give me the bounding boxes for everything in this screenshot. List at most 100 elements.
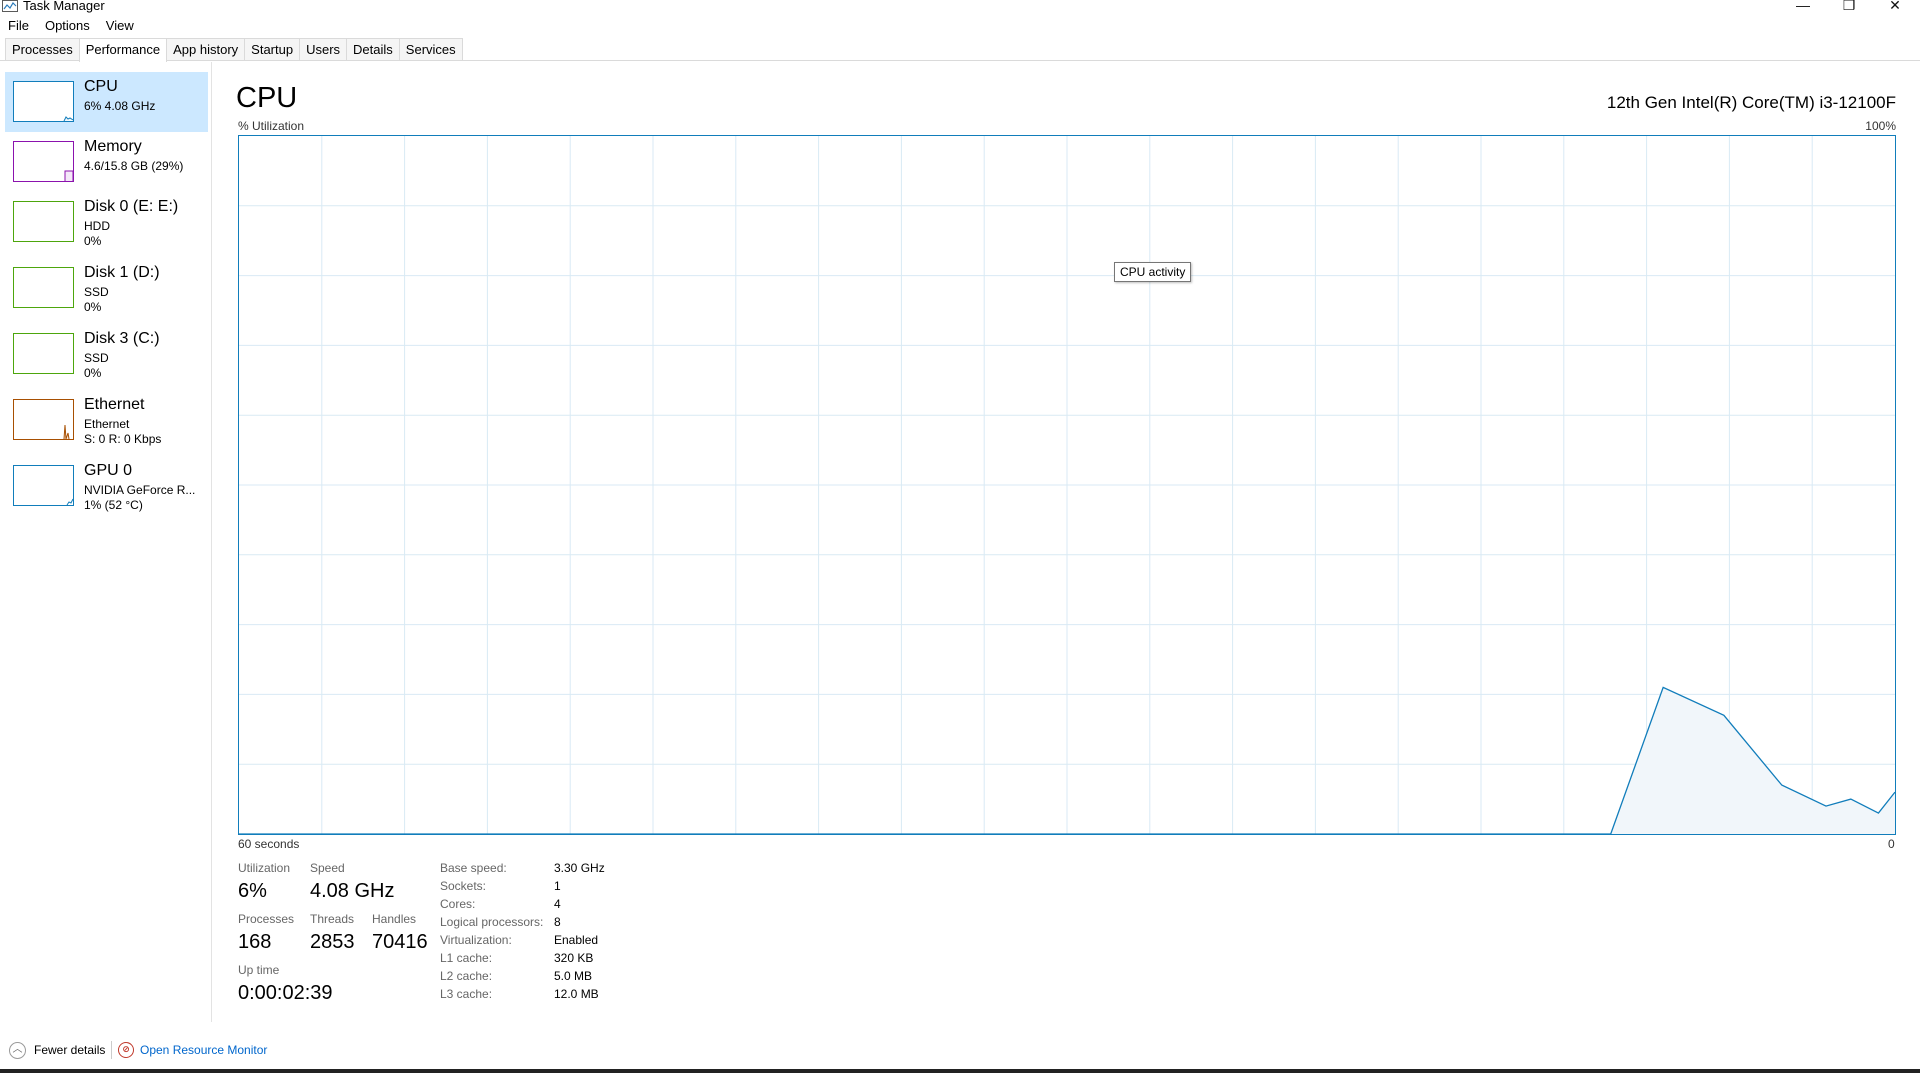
sidebar-item-name: Disk 3 (C:)	[84, 330, 160, 347]
utilization-label: Utilization	[238, 861, 291, 875]
utilization-value: 6%	[238, 880, 267, 902]
memory-thumbnail-graph	[13, 141, 74, 182]
sidebar-item-name: GPU 0	[84, 462, 133, 479]
tab-processes[interactable]: Processes	[5, 38, 80, 60]
sidebar-item-name: Ethernet	[84, 396, 145, 413]
spec-l3-cache-label: L3 cache:	[440, 987, 493, 1001]
minimize-icon: —	[1796, 0, 1810, 13]
sidebar-item-detail: SSD	[84, 351, 109, 365]
sidebar-item-detail: 6% 4.08 GHz	[84, 99, 156, 113]
task-manager-window: Task Manager — ❐ ✕ File Options View Pro…	[0, 0, 1920, 1073]
sidebar-item-disk-1[interactable]: Disk 1 (D:) SSD 0%	[5, 258, 208, 318]
cpu-activity-tooltip: CPU activity	[1114, 262, 1192, 282]
cpu-chart-svg	[239, 136, 1895, 834]
sidebar-item-detail: S: 0 R: 0 Kbps	[84, 432, 162, 446]
spec-l2-cache-label: L2 cache:	[440, 969, 493, 983]
resource-monitor-icon[interactable]: ⊘	[118, 1042, 134, 1058]
spec-virtualization-value: Enabled	[554, 933, 599, 947]
restore-icon: ❐	[1842, 0, 1856, 13]
threads-label: Threads	[310, 912, 355, 926]
processes-value: 168	[238, 931, 272, 953]
tab-app-history[interactable]: App history	[166, 38, 246, 60]
sidebar-item-name: Memory	[84, 138, 142, 155]
sidebar-item-detail: SSD	[84, 285, 109, 299]
close-icon: ✕	[1889, 0, 1901, 13]
footer-bar	[0, 1035, 1920, 1065]
threads-value: 2853	[310, 931, 355, 953]
spec-cores-label: Cores:	[440, 897, 476, 911]
close-button[interactable]: ✕	[1872, 0, 1918, 13]
tab-details[interactable]: Details	[346, 38, 400, 60]
disk-3-thumbnail-graph	[13, 333, 74, 374]
speed-label: Speed	[310, 861, 345, 875]
menu-file[interactable]: File	[0, 17, 37, 35]
handles-label: Handles	[372, 912, 417, 926]
sidebar-item-detail: Ethernet	[84, 417, 130, 431]
task-manager-icon	[2, 0, 18, 12]
spec-base-speed-value: 3.30 GHz	[554, 861, 605, 875]
tab-performance[interactable]: Performance	[78, 38, 168, 62]
title-bar: Task Manager — ❐ ✕	[0, 0, 1920, 14]
sidebar-item-detail: 1% (52 °C)	[84, 498, 143, 512]
open-resource-monitor-link[interactable]: Open Resource Monitor	[140, 1042, 267, 1058]
y-axis-max-label: 100%	[1865, 119, 1896, 133]
chevron-up-icon[interactable]: ︿	[9, 1042, 26, 1059]
resource-sidebar: CPU 6% 4.08 GHz Memory 4.6/15.8 GB (29%)…	[0, 62, 212, 1022]
cpu-utilization-graph[interactable]	[238, 135, 1896, 835]
sidebar-item-cpu[interactable]: CPU 6% 4.08 GHz	[5, 72, 208, 132]
sidebar-item-ethernet[interactable]: Ethernet Ethernet S: 0 R: 0 Kbps	[5, 390, 208, 450]
sidebar-item-detail: 0%	[84, 366, 102, 380]
sidebar-item-gpu-0[interactable]: GPU 0 NVIDIA GeForce R... 1% (52 °C)	[5, 456, 208, 516]
tab-strip: Processes Performance App history Startu…	[0, 38, 1920, 62]
uptime-label: Up time	[238, 963, 280, 977]
tab-services[interactable]: Services	[398, 38, 463, 60]
spec-sockets-value: 1	[554, 879, 561, 893]
spec-l1-cache-label: L1 cache:	[440, 951, 493, 965]
sidebar-item-detail: 0%	[84, 234, 102, 248]
window-bottom-edge	[0, 1069, 1920, 1073]
processor-name: 12th Gen Intel(R) Core(TM) i3-12100F	[1606, 93, 1896, 112]
spec-virtualization-label: Virtualization:	[440, 933, 512, 947]
menu-bar: File Options View	[0, 17, 142, 35]
minimize-button[interactable]: —	[1780, 0, 1826, 13]
handles-value: 70416	[372, 931, 428, 953]
sidebar-item-detail: 0%	[84, 300, 102, 314]
x-axis-label: 60 seconds	[238, 837, 300, 851]
window-title: Task Manager	[23, 0, 105, 13]
menu-view[interactable]: View	[98, 17, 142, 35]
sidebar-item-name: Disk 0 (E: E:)	[84, 198, 179, 215]
spec-cores-value: 4	[554, 897, 561, 911]
gpu-0-thumbnail-graph	[13, 465, 74, 506]
menu-options[interactable]: Options	[37, 17, 98, 35]
sidebar-item-name: CPU	[84, 78, 118, 95]
restore-button[interactable]: ❐	[1826, 0, 1872, 13]
disk-1-thumbnail-graph	[13, 267, 74, 308]
spec-l3-cache-value: 12.0 MB	[554, 987, 599, 1001]
spec-base-speed-label: Base speed:	[440, 861, 507, 875]
sidebar-item-detail: HDD	[84, 219, 110, 233]
page-title: CPU	[236, 82, 298, 114]
x-axis-min-label: 0	[1888, 837, 1895, 851]
sidebar-item-disk-0[interactable]: Disk 0 (E: E:) HDD 0%	[5, 192, 208, 252]
spec-l1-cache-value: 320 KB	[554, 951, 594, 965]
spec-logical-processors-value: 8	[554, 915, 561, 929]
spec-sockets-label: Sockets:	[440, 879, 487, 893]
spec-logical-processors-label: Logical processors:	[440, 915, 544, 929]
sidebar-item-detail: NVIDIA GeForce R...	[84, 483, 196, 497]
tab-users[interactable]: Users	[299, 38, 348, 60]
cpu-thumbnail-graph	[13, 81, 74, 122]
footer-divider	[111, 1041, 112, 1059]
sidebar-item-memory[interactable]: Memory 4.6/15.8 GB (29%)	[5, 132, 208, 192]
tab-startup[interactable]: Startup	[244, 38, 301, 60]
disk-0-thumbnail-graph	[13, 201, 74, 242]
uptime-value: 0:00:02:39	[238, 982, 333, 1004]
ethernet-thumbnail-graph	[13, 399, 74, 440]
sidebar-item-disk-3[interactable]: Disk 3 (C:) SSD 0%	[5, 324, 208, 384]
sidebar-item-name: Disk 1 (D:)	[84, 264, 160, 281]
speed-value: 4.08 GHz	[310, 880, 395, 902]
sidebar-item-detail: 4.6/15.8 GB (29%)	[84, 159, 184, 173]
processes-label: Processes	[238, 912, 295, 926]
fewer-details-button[interactable]: Fewer details	[34, 1042, 105, 1058]
spec-l2-cache-value: 5.0 MB	[554, 969, 593, 983]
y-axis-label: % Utilization	[238, 119, 305, 133]
